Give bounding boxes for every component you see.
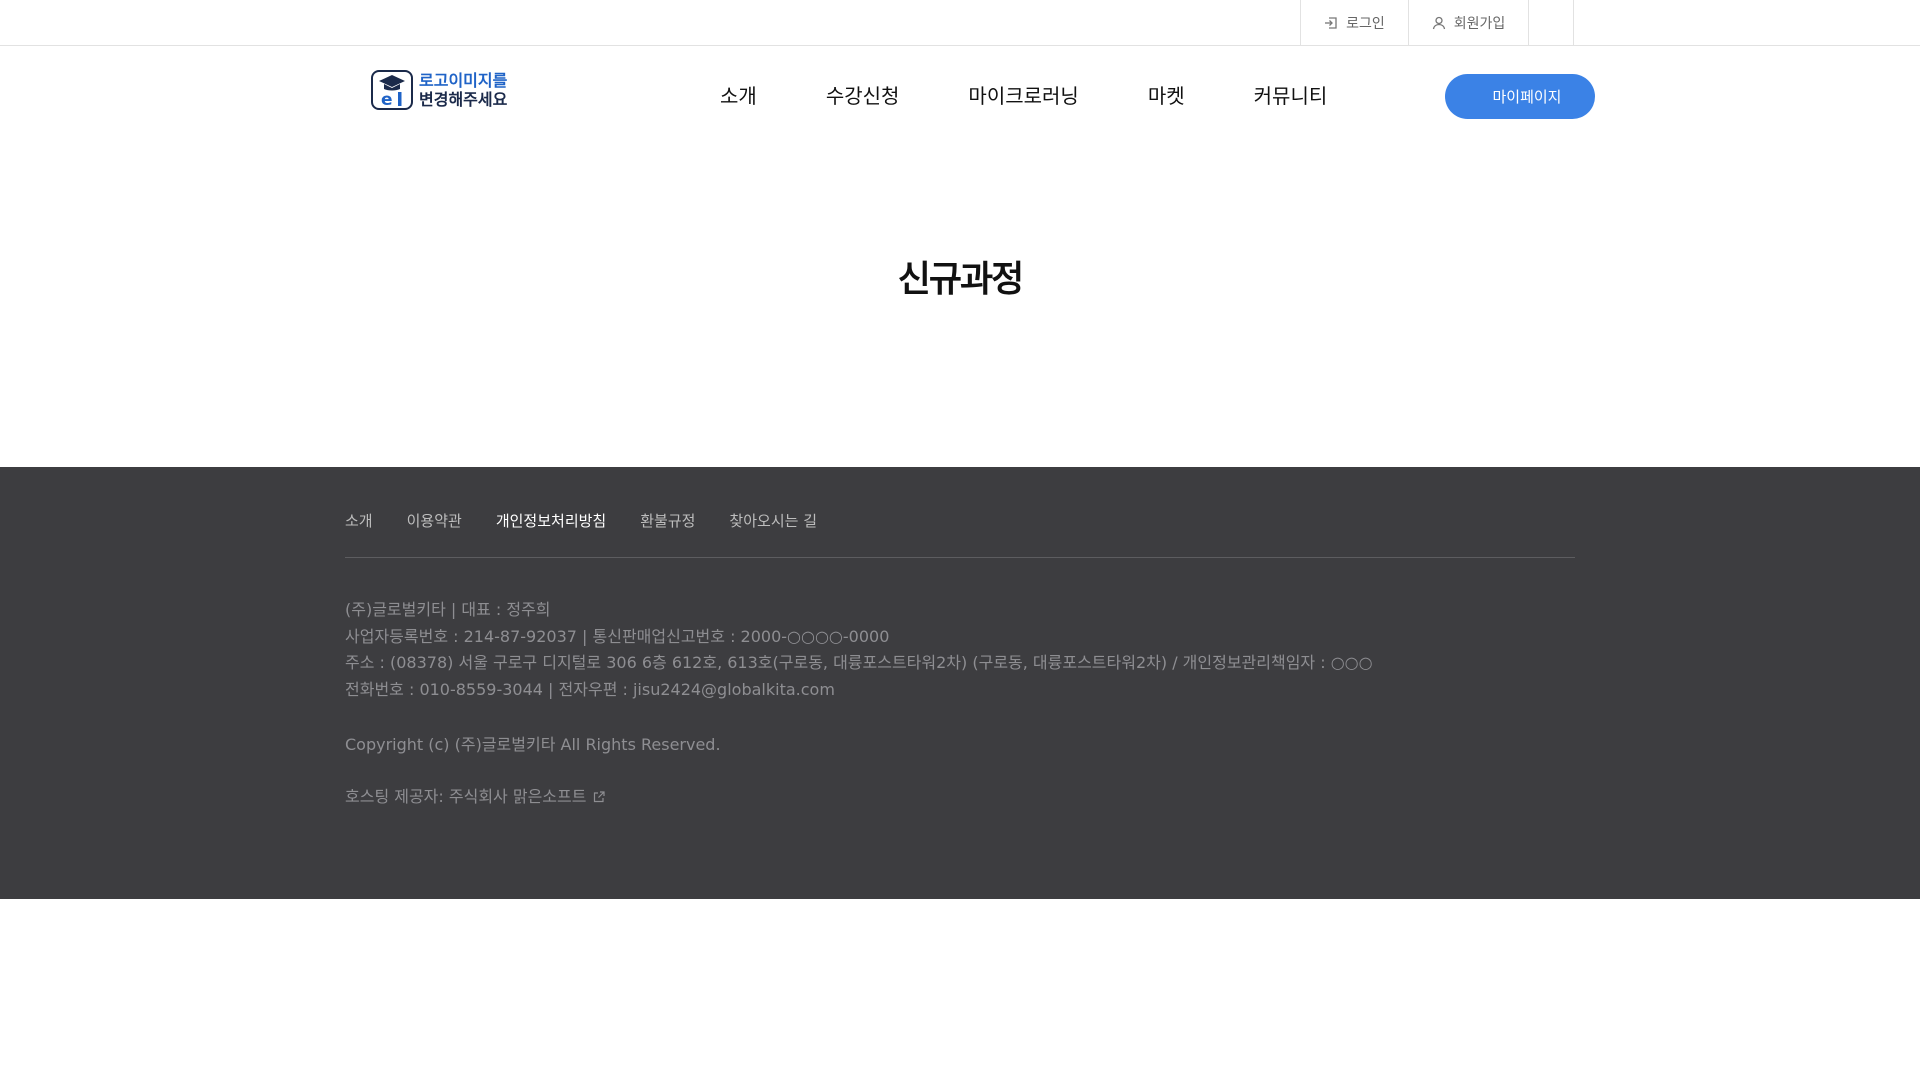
nav-item-about[interactable]: 소개 [720, 80, 757, 109]
svg-text:e: e [381, 90, 393, 110]
graduation-cap-icon: e [371, 70, 413, 110]
footer-nav: 소개 이용약관 개인정보처리방침 환불규정 찾아오시는 길 [345, 510, 1575, 558]
logo-line1: 로고이미지를 [419, 71, 508, 90]
login-link[interactable]: 로그인 [1300, 0, 1408, 45]
join-link[interactable]: 회원가입 [1408, 0, 1528, 45]
site-footer: 소개 이용약관 개인정보처리방침 환불규정 찾아오시는 길 (주)글로벌키타 |… [0, 467, 1920, 899]
hosting-link[interactable]: 호스팅 제공자: 주식회사 맑은소프트 [345, 783, 606, 807]
logo-line2: 변경해주세요 [419, 90, 508, 109]
company-info-line: 전화번호 : 010-8559-3044 | 전자우편 : jisu2424@g… [345, 679, 835, 699]
company-info-line: 사업자등록번호 : 214-87-92037 | 통신판매업신고번호 : 200… [345, 626, 890, 646]
utility-menu: 로그인 회원가입 [1300, 0, 1574, 45]
utility-empty-slot[interactable] [1528, 0, 1574, 45]
hosting-label: 호스팅 제공자: 주식회사 맑은소프트 [345, 787, 587, 806]
nav-item-market[interactable]: 마켓 [1148, 80, 1185, 109]
top-utility-bar: 로그인 회원가입 [0, 0, 1920, 46]
join-label: 회원가입 [1453, 15, 1506, 32]
company-info: (주)글로벌키타 | 대표 : 정주희 사업자등록번호 : 214-87-920… [345, 597, 1373, 703]
external-link-icon [594, 790, 606, 802]
company-info-line: (주)글로벌키타 | 대표 : 정주희 [345, 600, 551, 619]
nav-item-enroll[interactable]: 수강신청 [826, 80, 900, 109]
user-icon [1432, 16, 1445, 29]
site-logo[interactable]: e 로고이미지를 변경해주세요 [371, 70, 507, 110]
footer-link-privacy[interactable]: 개인정보처리방침 [496, 510, 606, 557]
footer-link-directions[interactable]: 찾아오시는 길 [729, 510, 817, 557]
login-label: 로그인 [1346, 15, 1385, 32]
footer-link-refund[interactable]: 환불규정 [640, 510, 695, 557]
footer-link-about[interactable]: 소개 [345, 510, 373, 557]
mypage-label: 마이페이지 [1492, 88, 1562, 106]
page-title: 신규과정 [897, 259, 1024, 300]
mypage-button[interactable]: 마이페이지 [1445, 74, 1595, 119]
footer-link-terms[interactable]: 이용약관 [407, 510, 462, 557]
logo-text: 로고이미지를 변경해주세요 [419, 71, 507, 109]
company-info-line: 주소 : (08378) 서울 구로구 디지털로 306 6층 612호, 61… [345, 653, 1373, 672]
site-header: e 로고이미지를 변경해주세요 소개 수강신청 마이크로러닝 마켓 커뮤니티 마… [0, 46, 1920, 136]
main-nav: 소개 수강신청 마이크로러닝 마켓 커뮤니티 [720, 80, 1327, 109]
nav-item-community[interactable]: 커뮤니티 [1254, 80, 1328, 109]
login-icon [1325, 16, 1337, 29]
copyright-text: Copyright (c) (주)글로벌키타 All Rights Reserv… [345, 735, 721, 754]
nav-item-microlearning[interactable]: 마이크로러닝 [968, 80, 1078, 109]
